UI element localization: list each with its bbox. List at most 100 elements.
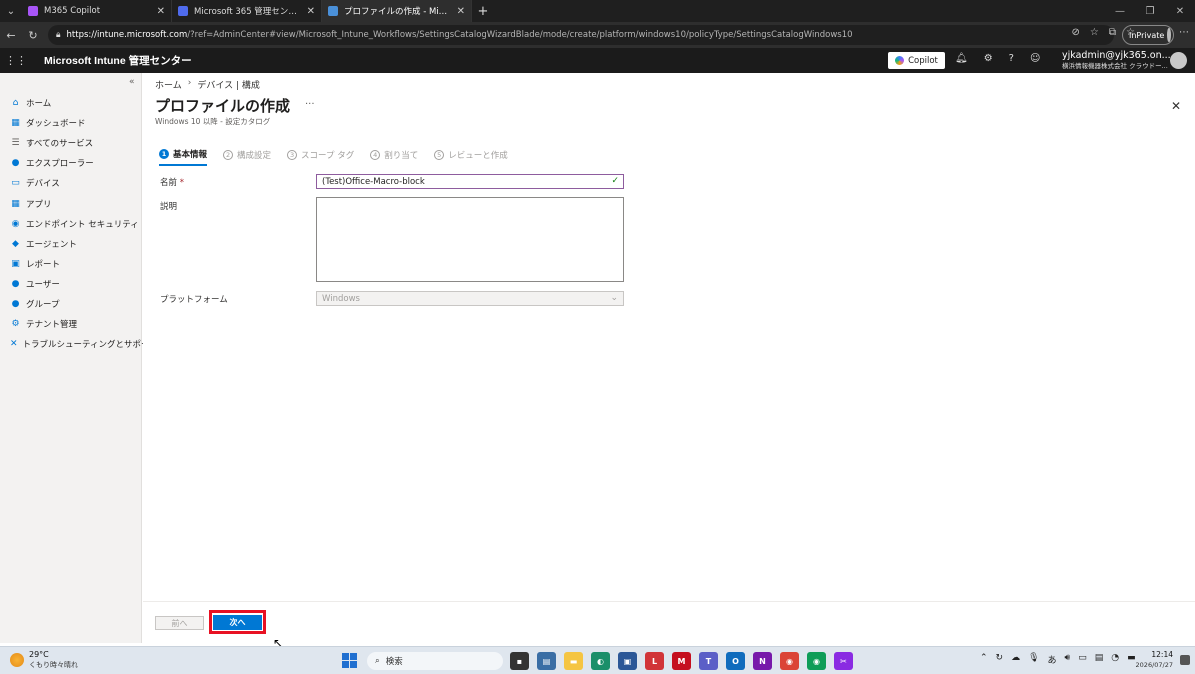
- speaker-icon[interactable]: ◔: [1111, 653, 1119, 666]
- url-field[interactable]: 🔒︎ https://intune.microsoft.com/?ref=Adm…: [48, 25, 1114, 45]
- sync-icon[interactable]: ↻: [996, 653, 1004, 666]
- collapse-sidebar-icon[interactable]: «: [129, 77, 135, 87]
- app-launcher-icon[interactable]: ⋮⋮: [0, 54, 32, 67]
- inprivate-badge[interactable]: InPrivate: [1122, 25, 1174, 45]
- wizard-step[interactable]: 4 割り当て: [370, 148, 418, 166]
- teams-icon[interactable]: T: [699, 652, 718, 670]
- sidebar-item-label: エージェント: [26, 239, 77, 250]
- sidebar-item[interactable]: ● グループ: [0, 294, 142, 314]
- wizard-step[interactable]: 2 構成設定: [223, 148, 271, 166]
- more-options-icon[interactable]: ⋯: [1179, 27, 1189, 38]
- favorite-star-icon[interactable]: ☆: [1090, 27, 1099, 38]
- restore-icon[interactable]: ❐: [1135, 0, 1165, 22]
- snipping-tool-icon[interactable]: ✂: [834, 652, 853, 670]
- help-icon[interactable]: ?: [1009, 53, 1014, 64]
- sidebar-item[interactable]: ✕ トラブルシューティングとサポート: [0, 334, 158, 354]
- sidebar-item-label: トラブルシューティングとサポート: [22, 340, 159, 351]
- wizard-step[interactable]: 5 レビューと作成: [434, 148, 508, 166]
- mcafee-icon[interactable]: M: [672, 652, 691, 670]
- previous-button[interactable]: 前へ: [155, 616, 204, 630]
- wizard-step[interactable]: 1 基本情報: [159, 148, 208, 166]
- tracking-prevention-icon[interactable]: ⊘: [1072, 27, 1080, 38]
- edge-icon[interactable]: ◐: [591, 652, 610, 670]
- copilot-button[interactable]: Copilot: [888, 52, 945, 69]
- tab-close-icon[interactable]: ✕: [457, 6, 465, 17]
- name-field[interactable]: (Test)Office-Macro-block ✓: [316, 174, 624, 189]
- extensions-icon[interactable]: ⧉: [1109, 27, 1116, 38]
- taskbar-search[interactable]: ⌕ 検索: [367, 652, 503, 670]
- onenote-icon[interactable]: N: [753, 652, 772, 670]
- step-number: 2: [223, 150, 234, 160]
- step-number: 4: [370, 150, 381, 160]
- tab-favicon-icon: [178, 6, 188, 16]
- news-app-icon[interactable]: ▤: [537, 652, 556, 670]
- tray-overflow-icon[interactable]: ⌃: [980, 653, 988, 666]
- tab-close-icon[interactable]: ✕: [307, 6, 315, 17]
- app-title[interactable]: Microsoft Intune 管理センター: [44, 53, 192, 68]
- back-icon[interactable]: ←: [0, 22, 22, 48]
- required-asterisk: *: [179, 178, 184, 188]
- battery-icon[interactable]: ▭: [1078, 653, 1087, 666]
- new-tab-button[interactable]: +: [472, 0, 494, 22]
- user-avatar[interactable]: [1170, 52, 1187, 69]
- sidebar-item[interactable]: ▭ デバイス: [0, 173, 142, 193]
- more-actions-icon[interactable]: ···: [305, 99, 315, 110]
- description-field[interactable]: [316, 197, 624, 282]
- sidebar-item[interactable]: ● エクスプローラー: [0, 153, 142, 173]
- file-explorer-icon[interactable]: ▬: [564, 652, 583, 670]
- dashboard-icon: ▦: [11, 118, 20, 129]
- minimize-icon[interactable]: —: [1105, 0, 1135, 22]
- volume-icon[interactable]: 🔊︎: [1065, 653, 1071, 666]
- platform-value: Windows: [322, 293, 360, 304]
- network-icon[interactable]: ▤: [1095, 653, 1104, 666]
- close-icon[interactable]: ✕: [1171, 99, 1181, 113]
- close-window-icon[interactable]: ✕: [1165, 0, 1195, 22]
- breadcrumb-separator-icon: ›: [187, 78, 192, 88]
- account-info[interactable]: yjkadmin@yjk365.on... 横浜情報機器株式会社 クラウドー..…: [1062, 51, 1171, 71]
- notifications-bell-icon[interactable]: 🔔︎: [955, 53, 968, 64]
- tab-title: Microsoft 365 管理センター: [194, 7, 301, 17]
- notification-center-icon[interactable]: [1180, 655, 1190, 665]
- settings-gear-icon[interactable]: ⚙: [984, 53, 993, 64]
- browser-tab[interactable]: M365 Copilot ✕: [22, 0, 172, 22]
- chrome-icon[interactable]: ◉: [780, 652, 799, 670]
- sidebar-item-label: テナント管理: [26, 320, 78, 331]
- mic-icon[interactable]: 🎙︎: [1028, 653, 1039, 666]
- sidebar-item[interactable]: ⌂ ホーム: [0, 93, 142, 113]
- start-button[interactable]: [342, 653, 357, 668]
- taskview-icon[interactable]: ▪: [510, 652, 529, 670]
- sidebar-item[interactable]: ☰ すべてのサービス: [0, 133, 142, 153]
- breadcrumb-home[interactable]: ホーム: [155, 78, 182, 91]
- window-controls: — ❐ ✕: [1105, 0, 1195, 22]
- clock[interactable]: 12:14 2026/07/27: [1125, 650, 1173, 670]
- tab-actions-icon[interactable]: ⌄: [0, 0, 22, 22]
- chrome-alt-icon[interactable]: ◉: [807, 652, 826, 670]
- sidebar-item-label: すべてのサービス: [26, 139, 94, 150]
- sidebar-item[interactable]: ⚙ テナント管理: [0, 314, 142, 334]
- outlook-icon[interactable]: O: [726, 652, 745, 670]
- app-header: ⋮⋮ Microsoft Intune 管理センター Copilot 🔔︎ ⚙ …: [0, 48, 1195, 73]
- browser-tab[interactable]: Microsoft 365 管理センター ✕: [172, 0, 322, 22]
- sidebar-item[interactable]: ● ユーザー: [0, 274, 142, 294]
- sidebar-item-label: レポート: [26, 259, 61, 270]
- sidebar-item[interactable]: ◆ エージェント: [0, 234, 142, 254]
- wizard-step[interactable]: 3 スコープ タグ: [287, 148, 354, 166]
- tab-title: M365 Copilot: [44, 6, 101, 16]
- sidebar-item[interactable]: ▦ アプリ: [0, 193, 142, 213]
- breadcrumb-devices-config[interactable]: デバイス | 構成: [197, 78, 259, 91]
- sidebar-item[interactable]: ◉ エンドポイント セキュリティ: [0, 214, 142, 234]
- tab-close-icon[interactable]: ✕: [157, 6, 165, 17]
- store-icon[interactable]: ▣: [618, 652, 637, 670]
- l-app-icon[interactable]: L: [645, 652, 664, 670]
- step-number: 3: [287, 150, 298, 160]
- onedrive-icon[interactable]: ☁: [1011, 653, 1020, 666]
- feedback-icon[interactable]: ☺: [1030, 53, 1040, 64]
- sidebar-item[interactable]: ▣ レポート: [0, 254, 142, 274]
- browser-tab[interactable]: プロファイルの作成 - Microsoft Intune ✕: [322, 0, 472, 22]
- next-button[interactable]: 次へ: [213, 614, 262, 630]
- step-label: レビューと作成: [448, 151, 508, 161]
- refresh-icon[interactable]: ↻: [22, 22, 44, 48]
- weather-widget[interactable]: 29°C くもり時々晴れ: [10, 650, 78, 670]
- sidebar-item[interactable]: ▦ ダッシュボード: [0, 113, 142, 133]
- ime-icon[interactable]: あ: [1048, 653, 1057, 666]
